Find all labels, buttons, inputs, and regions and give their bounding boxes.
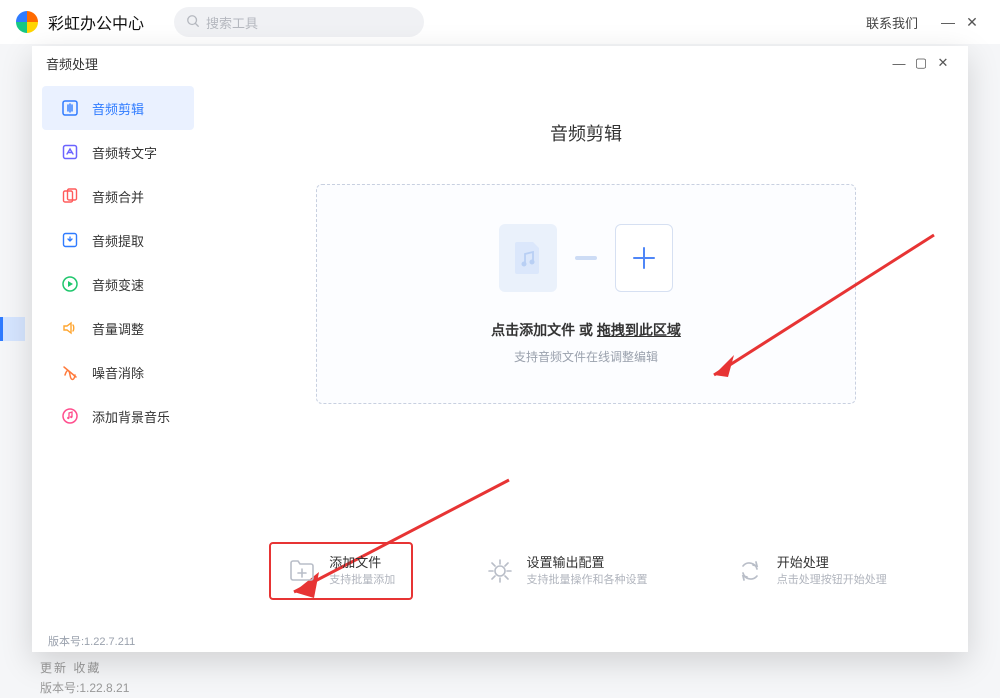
gear-icon [485, 556, 515, 586]
modal-minimize-button[interactable]: — [888, 56, 910, 71]
refresh-icon [735, 556, 765, 586]
volume-icon [60, 318, 80, 338]
dropzone-click-text: 点击添加文件 [491, 322, 575, 338]
outer-footer-links[interactable]: 更新 收藏 [40, 658, 129, 678]
audio-merge-icon [60, 186, 80, 206]
modal-version: 版本号:1.22.7.211 [48, 633, 135, 649]
action-row: 添加文件 支持批量添加 设置输出配置 支持批量操作和各种设置 开始处理 点击 [204, 542, 968, 600]
dropzone-illustration [499, 224, 673, 292]
outer-close-button[interactable]: ✕ [960, 0, 984, 44]
audio-tools-window: 音频处理 — ▢ ✕ 音频剪辑 音频转文字 音频合并 音频提取 [32, 46, 968, 652]
sidebar-item-audio-to-text[interactable]: 音频转文字 [42, 130, 194, 174]
action-sub: 支持批量操作和各种设置 [527, 572, 648, 588]
action-sub: 点击处理按钮开始处理 [777, 572, 887, 588]
plus-tile-icon [615, 224, 673, 292]
bg-music-icon [60, 406, 80, 426]
search-icon [186, 14, 206, 31]
noise-remove-icon [60, 362, 80, 382]
outer-minimize-button[interactable]: — [936, 0, 960, 44]
audio-speed-icon [60, 274, 80, 294]
modal-footer: 版本号:1.22.7.211 [32, 630, 968, 652]
search-placeholder: 搜索工具 [206, 13, 258, 32]
folder-add-icon [287, 556, 317, 586]
start-process-button[interactable]: 开始处理 点击处理按钮开始处理 [719, 542, 903, 600]
app-logo-icon [16, 11, 38, 33]
sidebar-item-bg-music[interactable]: 添加背景音乐 [42, 394, 194, 438]
action-sub: 支持批量添加 [329, 572, 395, 588]
outer-sidebar-peek [0, 317, 25, 341]
sidebar-item-label: 噪音消除 [92, 363, 144, 382]
sidebar-item-label: 添加背景音乐 [92, 407, 170, 426]
action-title: 开始处理 [777, 554, 887, 572]
sidebar-item-volume-adjust[interactable]: 音量调整 [42, 306, 194, 350]
annotation-arrow-top [684, 225, 954, 405]
sidebar-item-audio-extract[interactable]: 音频提取 [42, 218, 194, 262]
audio-extract-icon [60, 230, 80, 250]
outer-footer: 更新 收藏 版本号:1.22.8.21 [40, 658, 129, 698]
audio-to-text-icon [60, 142, 80, 162]
audio-file-icon [499, 224, 557, 292]
sidebar-item-label: 音频合并 [92, 187, 144, 206]
modal-title: 音频处理 [46, 54, 98, 73]
modal-close-button[interactable]: ✕ [932, 55, 954, 71]
add-file-button[interactable]: 添加文件 支持批量添加 [269, 542, 413, 600]
sidebar-item-audio-merge[interactable]: 音频合并 [42, 174, 194, 218]
dash-icon [575, 256, 597, 260]
outer-title-bar: 彩虹办公中心 搜索工具 联系我们 — ✕ [0, 0, 1000, 44]
sidebar-item-audio-speed[interactable]: 音频变速 [42, 262, 194, 306]
sidebar-item-noise-remove[interactable]: 噪音消除 [42, 350, 194, 394]
sidebar-item-label: 音频变速 [92, 275, 144, 294]
audio-trim-icon [60, 98, 80, 118]
outer-footer-version: 版本号:1.22.8.21 [40, 678, 129, 698]
output-config-button[interactable]: 设置输出配置 支持批量操作和各种设置 [469, 542, 664, 600]
main-heading: 音频剪辑 [550, 120, 622, 146]
sidebar-item-label: 音量调整 [92, 319, 144, 338]
action-title: 设置输出配置 [527, 554, 648, 572]
modal-maximize-button[interactable]: ▢ [910, 55, 932, 71]
sidebar-item-label: 音频剪辑 [92, 99, 144, 118]
app-title: 彩虹办公中心 [48, 10, 144, 34]
action-title: 添加文件 [329, 554, 395, 572]
modal-title-bar[interactable]: 音频处理 — ▢ ✕ [32, 46, 968, 80]
contact-us-link[interactable]: 联系我们 [866, 13, 918, 32]
dropzone-text: 点击添加文件 或 拖拽到此区域 [491, 320, 681, 340]
dropzone-or-text: 或 [575, 322, 597, 338]
sidebar-item-label: 音频提取 [92, 231, 144, 250]
main-panel: 音频剪辑 点击添加文件 或 拖拽到此区域 支持音频文件在线调整编辑 [204, 80, 968, 630]
sidebar-item-audio-trim[interactable]: 音频剪辑 [42, 86, 194, 130]
search-input[interactable]: 搜索工具 [174, 7, 424, 37]
dropzone-drag-text: 拖拽到此区域 [597, 322, 681, 338]
sidebar-item-label: 音频转文字 [92, 143, 157, 162]
dropzone-subtext: 支持音频文件在线调整编辑 [514, 348, 658, 365]
sidebar: 音频剪辑 音频转文字 音频合并 音频提取 音频变速 音量调整 [32, 80, 204, 630]
